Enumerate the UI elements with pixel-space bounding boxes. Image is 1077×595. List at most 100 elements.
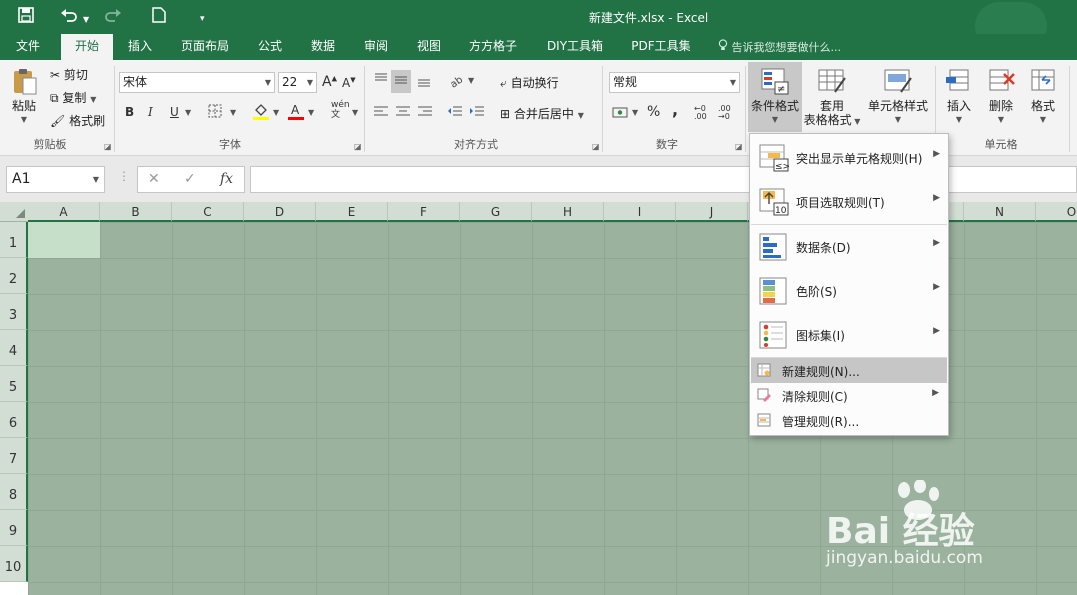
column-header[interactable]: O	[1036, 202, 1077, 222]
column-header[interactable]: B	[100, 202, 172, 222]
increase-indent-button[interactable]	[469, 105, 485, 122]
paste-button[interactable]: 粘贴 ▼	[6, 66, 42, 127]
accounting-format-button[interactable]	[612, 105, 628, 122]
tab-formulas[interactable]: 公式	[248, 34, 292, 60]
font-size-select[interactable]: 22 ▼	[278, 72, 317, 93]
column-header[interactable]: G	[460, 202, 532, 222]
column-header[interactable]: C	[172, 202, 244, 222]
align-right-button[interactable]	[417, 105, 433, 122]
align-top-button[interactable]	[373, 72, 389, 91]
fill-color-button[interactable]	[252, 102, 270, 123]
font-name-select[interactable]: 宋体 ▼	[119, 72, 275, 93]
cancel-entry-button[interactable]: ✕	[148, 171, 160, 187]
menu-item-new-rule[interactable]: 新建规则(N)...	[751, 358, 947, 383]
insert-function-button[interactable]: fx	[220, 171, 233, 187]
tab-data[interactable]: 数据	[301, 34, 345, 60]
cut-button[interactable]: ✂ 剪切	[50, 66, 88, 83]
grow-font-button[interactable]: A▲	[322, 74, 337, 90]
clipboard-launcher-icon[interactable]: ◪	[104, 142, 112, 151]
conditional-format-button[interactable]: ≠ 条件格式 ▼	[748, 62, 802, 132]
font-color-dropdown-icon[interactable]: ▼	[308, 108, 314, 117]
tab-pdf-tools[interactable]: PDF工具集	[624, 34, 698, 60]
tab-page-layout[interactable]: 页面布局	[172, 34, 238, 60]
row-header[interactable]: 8	[0, 474, 28, 510]
copy-button[interactable]: ⧉ 复制 ▼	[50, 89, 96, 106]
menu-item-highlight-rules[interactable]: ≤> 突出显示单元格规则(H) ▶	[750, 136, 948, 180]
borders-dropdown-icon[interactable]: ▼	[230, 108, 236, 117]
tab-fangfanggezi[interactable]: 方方格子	[460, 34, 526, 60]
menu-item-color-scales[interactable]: 色阶(S) ▶	[750, 269, 948, 313]
orientation-button[interactable]: ab	[448, 72, 466, 91]
align-middle-button[interactable]	[391, 70, 411, 93]
column-header[interactable]: J	[676, 202, 748, 222]
menu-item-data-bars[interactable]: 数据条(D) ▶	[750, 225, 948, 269]
orientation-dropdown-icon[interactable]: ▼	[468, 76, 474, 85]
column-header[interactable]: F	[388, 202, 460, 222]
increase-decimal-label: .00	[694, 112, 707, 121]
percent-button[interactable]: %	[647, 104, 660, 120]
row-header[interactable]: 7	[0, 438, 28, 474]
tell-me-box[interactable]: 告诉我您想要做什么...	[718, 39, 841, 55]
row-header[interactable]: 9	[0, 510, 28, 546]
active-cell-a1[interactable]	[28, 222, 100, 258]
align-left-button[interactable]	[373, 105, 389, 122]
name-box[interactable]: A1 ▼	[6, 166, 105, 193]
decrease-decimal-button[interactable]: .00 →0	[718, 105, 731, 121]
row-header[interactable]: 10	[0, 546, 28, 582]
fill-color-dropdown-icon[interactable]: ▼	[273, 108, 279, 117]
row-header[interactable]: 4	[0, 330, 28, 366]
phonetic-button[interactable]: wén 文	[331, 100, 350, 120]
borders-button[interactable]	[208, 104, 222, 121]
align-center-button[interactable]	[395, 105, 411, 122]
merge-center-button[interactable]: ⊞ 合并后居中 ▼	[500, 105, 584, 122]
select-all-button[interactable]	[0, 202, 28, 222]
column-header[interactable]: I	[604, 202, 676, 222]
insert-cells-button[interactable]: 插入 ▼	[941, 66, 977, 127]
column-header[interactable]: H	[532, 202, 604, 222]
row-header[interactable]: 2	[0, 258, 28, 294]
column-header[interactable]: D	[244, 202, 316, 222]
underline-dropdown-icon[interactable]: ▼	[185, 108, 191, 117]
bold-button[interactable]: B	[125, 105, 134, 119]
tab-insert[interactable]: 插入	[118, 34, 162, 60]
format-painter-button[interactable]: 🖌 格式刷	[50, 112, 105, 129]
menu-item-icon-sets[interactable]: 图标集(I) ▶	[750, 313, 948, 357]
underline-button[interactable]: U	[170, 105, 179, 119]
accounting-dropdown-icon[interactable]: ▼	[632, 108, 638, 117]
format-cells-button[interactable]: 格式 ▼	[1025, 66, 1061, 127]
tab-view[interactable]: 视图	[407, 34, 451, 60]
increase-indent-icon	[470, 106, 484, 116]
row-header[interactable]: 3	[0, 294, 28, 330]
format-as-table-button[interactable]: 套用 表格格式 ▼	[803, 66, 861, 129]
font-launcher-icon[interactable]: ◪	[354, 142, 362, 151]
column-header[interactable]: N	[964, 202, 1036, 222]
tab-review[interactable]: 审阅	[354, 34, 398, 60]
decrease-indent-button[interactable]	[447, 105, 463, 122]
menu-item-clear-rules[interactable]: 清除规则(C) ▶	[751, 383, 947, 408]
row-header[interactable]: 1	[0, 222, 28, 258]
row-header[interactable]: 6	[0, 402, 28, 438]
column-header[interactable]: A	[28, 202, 100, 222]
number-format-select[interactable]: 常规 ▼	[609, 72, 740, 93]
tab-home[interactable]: 开始	[61, 34, 113, 60]
align-bottom-button[interactable]	[416, 72, 432, 91]
menu-item-top-bottom-rules[interactable]: 10 项目选取规则(T) ▶	[750, 180, 948, 224]
tab-file[interactable]: 文件	[6, 34, 50, 60]
font-color-button[interactable]: A	[287, 102, 305, 123]
wrap-text-button[interactable]: ⤶ 自动换行	[500, 74, 559, 91]
cell-styles-button[interactable]: 单元格样式 ▼	[864, 66, 932, 127]
increase-decimal-button[interactable]: ←0.00	[694, 105, 707, 121]
column-header[interactable]: E	[316, 202, 388, 222]
delete-cells-button[interactable]: 删除 ▼	[983, 66, 1019, 127]
shrink-font-button[interactable]: A▼	[342, 76, 356, 90]
menu-item-manage-rules[interactable]: 管理规则(R)...	[751, 408, 947, 433]
tab-diy-toolbox[interactable]: DIY工具箱	[538, 34, 612, 60]
phonetic-dropdown-icon[interactable]: ▼	[352, 108, 358, 117]
formula-input[interactable]	[250, 166, 1077, 193]
comma-button[interactable]: ,	[672, 100, 678, 119]
alignment-launcher-icon[interactable]: ◪	[592, 142, 600, 151]
number-launcher-icon[interactable]: ◪	[735, 142, 743, 151]
confirm-entry-button[interactable]: ✓	[184, 171, 196, 187]
italic-button[interactable]: I	[148, 105, 153, 119]
row-header[interactable]: 5	[0, 366, 28, 402]
